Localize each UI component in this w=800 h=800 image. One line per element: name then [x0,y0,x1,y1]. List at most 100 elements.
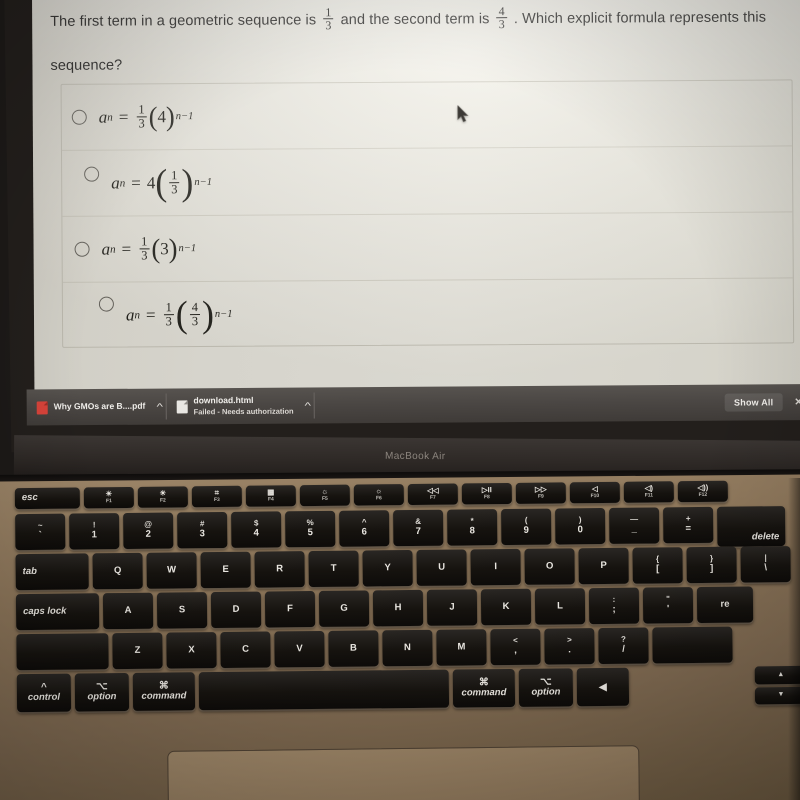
key-f10[interactable]: ◁ F10 [569,481,620,504]
photo-of-laptop-screen: The first term in a geometric sequence i… [0,0,800,800]
key-f7[interactable]: ◁◁ F7 [407,483,458,506]
key-f3[interactable]: ⌗ F3 [191,485,242,508]
key-f1[interactable]: ☀ F1 [83,486,134,509]
show-all-downloads-button[interactable]: Show All [724,393,783,412]
key-shift-label: @ [144,520,153,530]
key-d[interactable]: D [210,591,262,629]
key-e[interactable]: E [200,551,251,589]
key-key[interactable] [198,669,450,711]
key-f2[interactable]: ☀ F2 [137,486,188,508]
key-5[interactable]: % 5 [285,510,336,548]
key-key[interactable]: >. [544,628,595,665]
key-re[interactable]: re [696,586,754,624]
key-0[interactable]: ) 0 [555,507,606,545]
key-shift-label: ( [524,516,528,526]
download-item[interactable]: download.html Failed - Needs authorizati… [166,392,315,420]
key-f4[interactable]: ▦ F4 [245,485,296,507]
key-label: command [461,687,507,699]
answer-option-b[interactable]: an = 4 ( 1 3 ) n−1 [61,146,793,217]
key-u[interactable]: U [416,549,467,586]
key-a[interactable]: A [102,592,154,630]
key-2[interactable]: @2 [123,512,174,550]
key-key[interactable]: ~ ` [15,513,66,551]
key-key[interactable]: | \ [740,546,791,583]
function-key-number: F7 [429,495,436,502]
trackpad[interactable] [167,745,641,800]
key-i[interactable]: I [470,548,521,586]
key-key[interactable]: {[ [632,547,683,584]
key-p[interactable]: P [578,547,629,585]
key-tab[interactable]: tab [15,553,89,591]
keyboard: esc ☀ F1 ☀ F2 ⌗ F3 ▦ F4 ☼ F5 ☼ F6 ◁◁ F7 ▷II F8 ▷▷ F9 ◁ F10 ◁)… [14,480,800,726]
key-l[interactable]: L [534,588,586,625]
key-z[interactable]: Z [112,632,163,670]
key-b[interactable]: B [328,630,379,667]
key-key[interactable]: ? / [598,627,649,665]
arrow-key-key[interactable]: ▲ [754,665,800,684]
radio-button-d[interactable] [98,296,114,312]
fraction-denominator: 3 [496,17,507,32]
key-key[interactable]: — _ [609,507,660,544]
key-f9[interactable]: ▷▷ F9 [515,482,566,504]
key-t[interactable]: T [308,550,359,588]
download-item[interactable]: Why GMOs are B....pdf ^ [26,393,167,421]
key-h[interactable]: H [372,589,424,627]
close-download-bar-icon[interactable]: ✕ [794,397,800,408]
key-o[interactable]: O [524,548,575,585]
key-c[interactable]: C [220,631,271,668]
key-option[interactable]: ⌥ option [518,668,574,707]
answer-option-c[interactable]: an = 1 3 (3) n−1 [62,212,793,283]
key-1[interactable]: ! 1 [69,513,120,550]
key-r[interactable]: R [254,551,305,588]
key-f12[interactable]: ◁)) F12 [677,480,728,503]
media-icon: ☼ [321,486,329,497]
key-f[interactable]: F [264,591,316,628]
key-v[interactable]: V [274,630,325,668]
key-delete[interactable]: delete [717,506,786,547]
key-s[interactable]: S [156,592,208,629]
key-key[interactable]: + = [663,506,714,544]
key-esc[interactable]: esc [14,487,80,510]
radio-button-b[interactable] [84,166,100,182]
key-4[interactable]: $4 [231,511,282,548]
radio-button-a[interactable] [71,109,87,125]
key-key[interactable]: }] [686,546,737,584]
answer-option-a[interactable]: an = 1 3 (4) n−1 [61,80,792,151]
key-key[interactable]: <, [490,628,541,666]
key-key[interactable] [16,633,109,671]
key-key[interactable]: :; [588,587,640,625]
key-9[interactable]: (9 [501,508,552,546]
radio-button-c[interactable] [74,241,90,257]
key-k[interactable]: K [480,588,532,626]
key-j[interactable]: J [426,589,478,626]
key-f6[interactable]: ☼ F6 [353,484,404,506]
key-3[interactable]: #3 [177,511,228,549]
key-control[interactable]: ^ control [16,673,72,713]
key-y[interactable]: Y [362,549,413,587]
key-caps-lock[interactable]: caps lock [15,593,100,631]
key-6[interactable]: ^ 6 [339,510,390,547]
key-key[interactable]: ◀ [576,667,630,707]
key-m[interactable]: M [436,629,487,666]
key-shift-label: " [666,594,670,604]
chevron-up-icon[interactable]: ^ [156,402,162,412]
key-q[interactable]: Q [92,552,143,590]
key-f5[interactable]: ☼ F5 [299,484,350,507]
answer-option-d[interactable]: an = 1 3 ( 4 3 ) n−1 [63,278,793,347]
chevron-up-icon[interactable]: ^ [304,401,310,411]
key-7[interactable]: & 7 [393,509,444,547]
key-8[interactable]: * 8 [447,509,498,546]
key-key[interactable] [652,626,733,664]
key-f8[interactable]: ▷II F8 [461,482,512,505]
base-fraction: 4 3 [189,300,201,329]
key-command[interactable]: ⌘ command [132,672,196,711]
key-g[interactable]: G [318,590,370,627]
key-f11[interactable]: ◁) F11 [623,481,674,503]
key-command[interactable]: ⌘ command [452,668,516,708]
key-key[interactable]: " ' [642,587,694,624]
key-option[interactable]: ⌥ option [74,672,130,712]
key-w[interactable]: W [146,552,197,589]
arrow-key-key[interactable]: ▼ [754,686,800,705]
key-n[interactable]: N [382,629,433,667]
key-x[interactable]: X [166,632,217,669]
